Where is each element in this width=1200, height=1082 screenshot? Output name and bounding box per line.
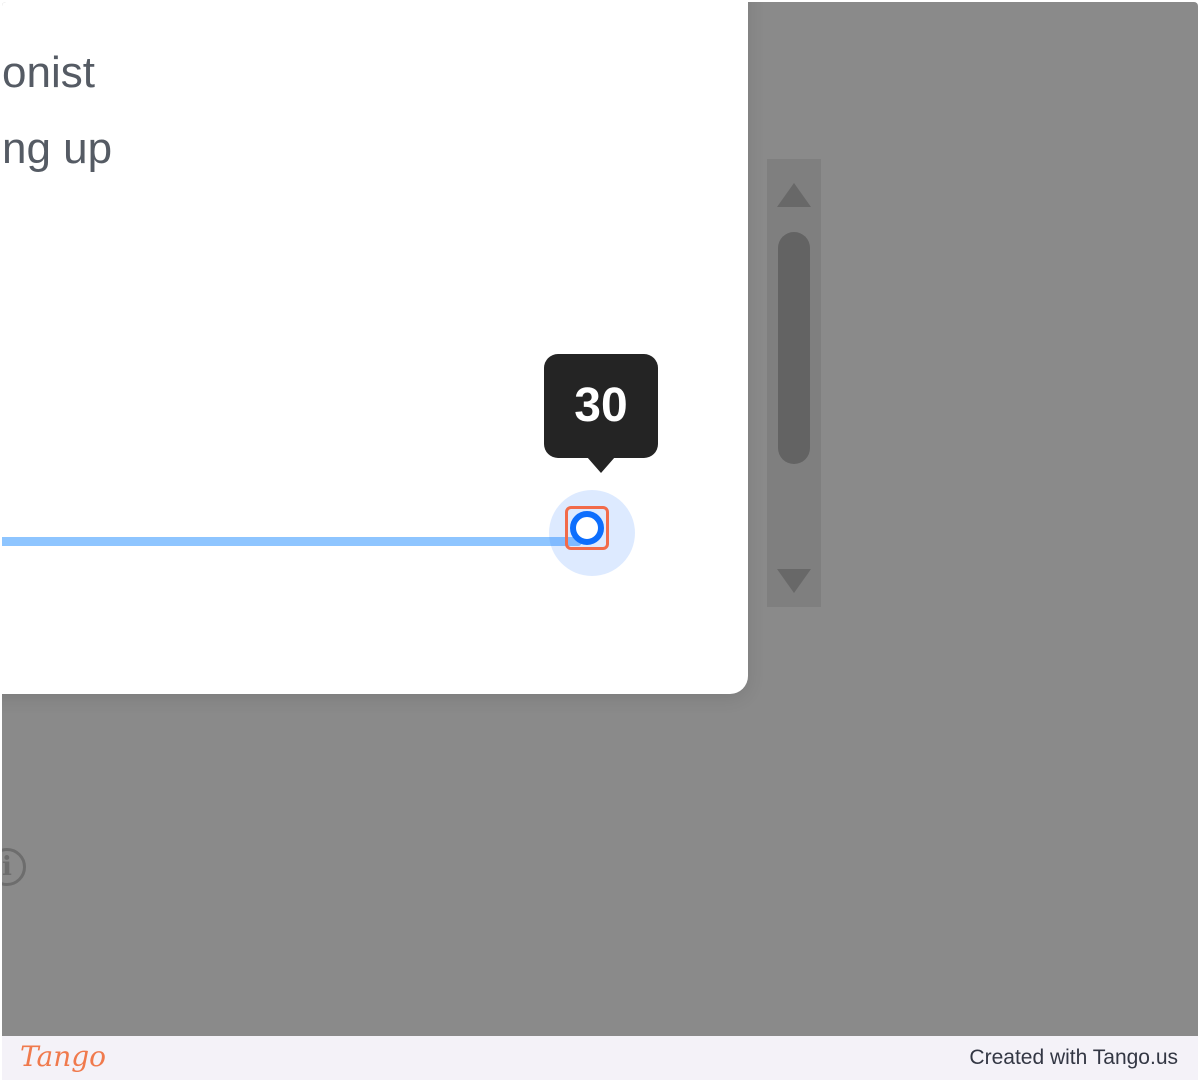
scrollbar[interactable] bbox=[767, 159, 821, 607]
footer-bar: Tango Created with Tango.us bbox=[2, 1036, 1198, 1080]
slider-track[interactable] bbox=[2, 537, 582, 546]
footer-credit: Created with Tango.us bbox=[969, 1046, 1178, 1069]
slider-value-tooltip: 30 bbox=[544, 354, 658, 458]
screenshot-frame: onist ng up 30 i bbox=[2, 2, 1198, 1036]
tooltip-arrow bbox=[587, 457, 615, 473]
dialog-text-line-2: ng up bbox=[2, 124, 113, 173]
scrollbar-thumb[interactable] bbox=[778, 232, 810, 464]
dialog-text-line-1: onist bbox=[2, 48, 95, 97]
info-icon[interactable]: i bbox=[2, 848, 26, 886]
click-target-highlight bbox=[565, 506, 609, 550]
tango-logo: Tango bbox=[20, 1040, 107, 1073]
triangle-up-icon[interactable] bbox=[777, 183, 811, 207]
triangle-down-icon[interactable] bbox=[777, 569, 811, 593]
dialog-panel: onist ng up 30 bbox=[2, 2, 748, 694]
